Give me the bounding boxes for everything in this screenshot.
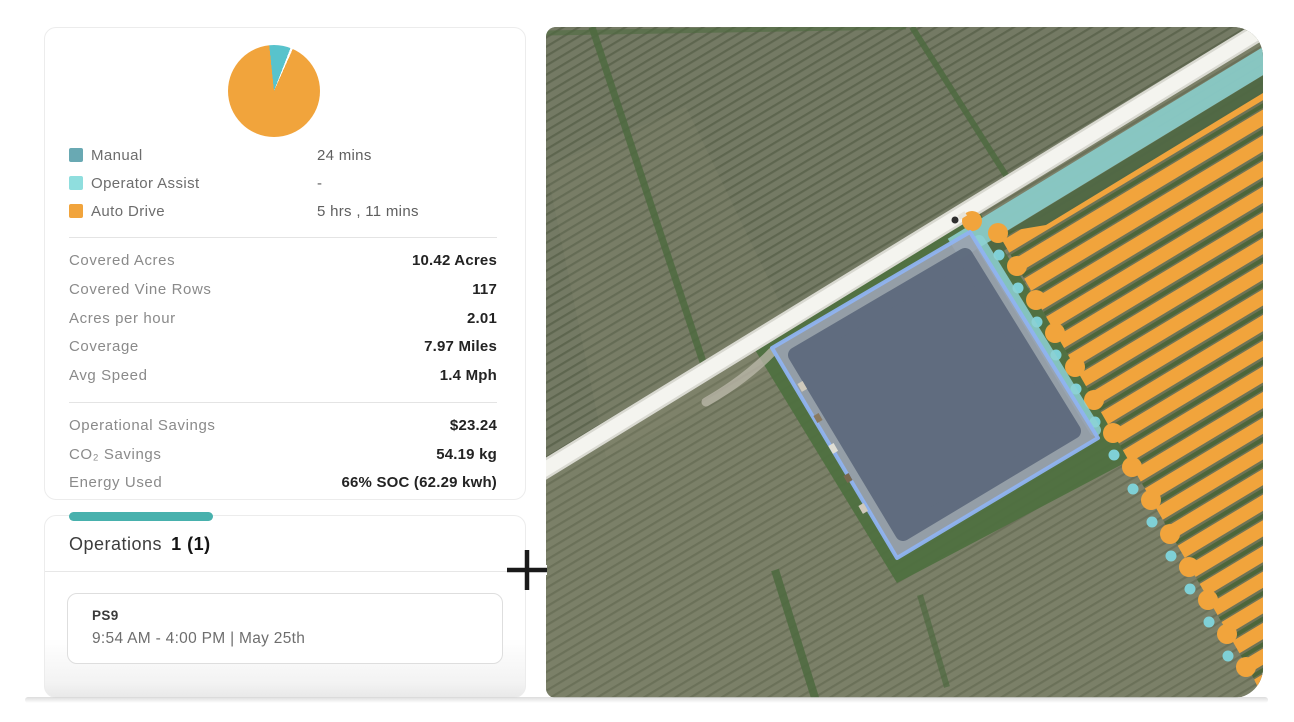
stat-row-energy-used: Energy Used 66% SOC (62.29 kwh) bbox=[45, 474, 525, 494]
operation-schedule: 9:54 AM - 4:00 PM | May 25th bbox=[92, 630, 305, 648]
stat-value: $23.24 bbox=[450, 417, 497, 434]
legend-swatch-auto-drive bbox=[69, 204, 83, 218]
stat-row-operational-savings: Operational Savings $23.24 bbox=[45, 417, 525, 437]
stat-value: 2.01 bbox=[467, 310, 497, 327]
stat-row-covered-acres: Covered Acres 10.42 Acres bbox=[45, 252, 525, 272]
operations-title: Operations bbox=[69, 534, 162, 554]
stat-label: Coverage bbox=[69, 338, 139, 355]
stat-value: 54.19 kg bbox=[436, 446, 497, 463]
stat-row-co2-savings: CO₂ Savings 54.19 kg bbox=[45, 446, 525, 466]
legend-value: 24 mins bbox=[317, 147, 372, 164]
active-tab-indicator bbox=[69, 512, 213, 521]
legend-item-auto-drive: Auto Drive 5 hrs , 11 mins bbox=[45, 201, 525, 223]
operations-count: 1 (1) bbox=[171, 534, 211, 554]
legend-value: - bbox=[317, 175, 322, 192]
stat-label: CO₂ Savings bbox=[69, 446, 161, 463]
stat-value: 1.4 Mph bbox=[440, 367, 497, 384]
stat-label: Acres per hour bbox=[69, 310, 176, 327]
stat-row-covered-vine-rows: Covered Vine Rows 117 bbox=[45, 281, 525, 301]
divider bbox=[69, 237, 497, 238]
operations-header: Operations 1 (1) bbox=[69, 534, 211, 555]
divider bbox=[45, 571, 525, 572]
operations-panel: Operations 1 (1) PS9 9:54 AM - 4:00 PM | … bbox=[44, 515, 526, 698]
drive-mode-pie-chart bbox=[228, 45, 320, 137]
stat-value: 10.42 Acres bbox=[412, 252, 497, 269]
legend-label: Auto Drive bbox=[91, 203, 165, 220]
map-view[interactable] bbox=[546, 27, 1263, 698]
stat-row-avg-speed: Avg Speed 1.4 Mph bbox=[45, 367, 525, 387]
operation-name: PS9 bbox=[92, 608, 119, 623]
stat-label: Operational Savings bbox=[69, 417, 215, 434]
summary-panel: Manual 24 mins Operator Assist - Auto Dr… bbox=[44, 27, 526, 500]
stat-label: Covered Acres bbox=[69, 252, 175, 269]
legend-label: Operator Assist bbox=[91, 175, 200, 192]
stat-label: Covered Vine Rows bbox=[69, 281, 212, 298]
legend-label: Manual bbox=[91, 147, 143, 164]
stat-row-acres-per-hour: Acres per hour 2.01 bbox=[45, 310, 525, 330]
stat-label: Energy Used bbox=[69, 474, 162, 491]
legend-swatch-operator-assist bbox=[69, 176, 83, 190]
window-bottom-edge bbox=[25, 697, 1268, 703]
satellite-map bbox=[546, 27, 1263, 698]
stat-value: 7.97 Miles bbox=[424, 338, 497, 355]
stat-value: 117 bbox=[472, 281, 497, 298]
legend-value: 5 hrs , 11 mins bbox=[317, 203, 419, 220]
divider bbox=[69, 402, 497, 403]
operation-card[interactable]: PS9 9:54 AM - 4:00 PM | May 25th bbox=[67, 593, 503, 664]
stat-row-coverage: Coverage 7.97 Miles bbox=[45, 338, 525, 358]
stat-value: 66% SOC (62.29 kwh) bbox=[341, 474, 497, 491]
legend-item-manual: Manual 24 mins bbox=[45, 145, 525, 167]
legend-item-operator-assist: Operator Assist - bbox=[45, 173, 525, 195]
legend-swatch-manual bbox=[69, 148, 83, 162]
stat-label: Avg Speed bbox=[69, 367, 148, 384]
